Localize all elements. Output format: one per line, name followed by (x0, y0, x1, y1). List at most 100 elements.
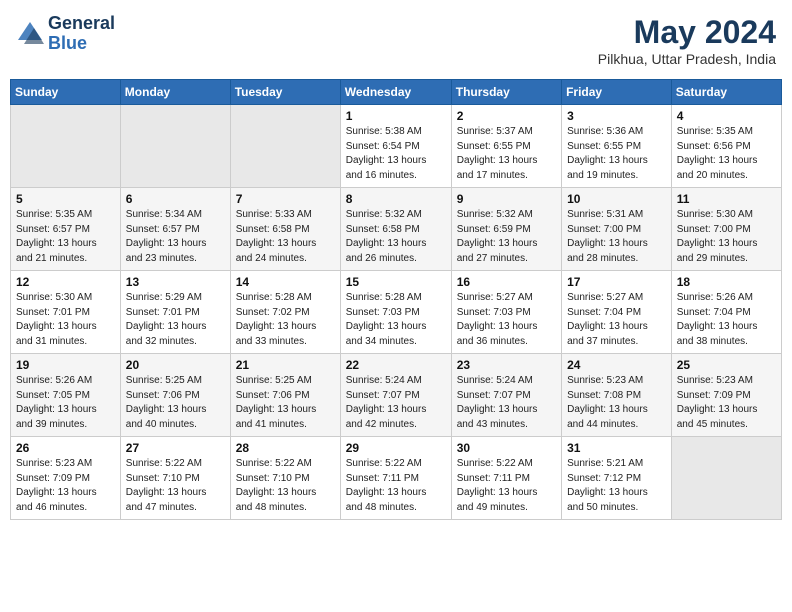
day-info: Sunrise: 5:27 AM Sunset: 7:04 PM Dayligh… (567, 291, 666, 349)
day-cell: 20Sunrise: 5:25 AM Sunset: 7:06 PM Dayli… (120, 354, 230, 437)
day-cell: 9 Sunrise: 5:32 AM Sunset: 6:59 PM Daylig… (451, 188, 561, 271)
day-cell: 27Sunrise: 5:22 AM Sunset: 7:10 PM Dayli… (120, 437, 230, 520)
day-cell: 26 Sunrise: 5:23 AM Sunset: 7:09 PM Dayli… (11, 437, 121, 520)
day-cell: 5Sunrise: 5:35 AM Sunset: 6:57 PM Daylig… (11, 188, 121, 271)
day-number: 17 (567, 275, 666, 289)
logo-text: General Blue (48, 14, 115, 54)
day-number: 8 (346, 192, 446, 206)
day-number: 3 (567, 109, 666, 123)
day-number: 26 (16, 441, 115, 455)
day-number: 30 (457, 441, 556, 455)
day-number: 31 (567, 441, 666, 455)
day-info: Sunrise: 5:23 AM Sunset: 7:09 PM Dayligh… (677, 374, 776, 432)
day-cell: 14 Sunrise: 5:28 AM Sunset: 7:02 PM Dayli… (230, 271, 340, 354)
day-cell: 1Sunrise: 5:38 AM Sunset: 6:54 PM Daylig… (340, 105, 451, 188)
day-number: 9 (457, 192, 556, 206)
day-number: 10 (567, 192, 666, 206)
day-number: 2 (457, 109, 556, 123)
day-number: 27 (126, 441, 225, 455)
day-cell (230, 105, 340, 188)
day-info: Sunrise: 5:22 AM Sunset: 7:11 PM Dayligh… (346, 457, 446, 515)
day-number: 1 (346, 109, 446, 123)
day-cell: 2 Sunrise: 5:37 AM Sunset: 6:55 PM Daylig… (451, 105, 561, 188)
day-number: 29 (346, 441, 446, 455)
day-info: Sunrise: 5:28 AM Sunset: 7:02 PM Dayligh… (236, 291, 335, 349)
day-number: 12 (16, 275, 115, 289)
day-cell (120, 105, 230, 188)
day-number: 11 (677, 192, 776, 206)
day-cell: 4 Sunrise: 5:35 AM Sunset: 6:56 PM Daylig… (671, 105, 781, 188)
day-cell: 21 Sunrise: 5:25 AM Sunset: 7:06 PM Dayli… (230, 354, 340, 437)
day-cell: 29 Sunrise: 5:22 AM Sunset: 7:11 PM Dayli… (340, 437, 451, 520)
day-info: Sunrise: 5:26 AM Sunset: 7:04 PM Dayligh… (677, 291, 776, 349)
day-cell: 24Sunrise: 5:23 AM Sunset: 7:08 PM Dayli… (562, 354, 672, 437)
week-row-5: 26 Sunrise: 5:23 AM Sunset: 7:09 PM Dayli… (11, 437, 782, 520)
day-number: 6 (126, 192, 225, 206)
week-row-2: 5Sunrise: 5:35 AM Sunset: 6:57 PM Daylig… (11, 188, 782, 271)
day-info: Sunrise: 5:22 AM Sunset: 7:11 PM Dayligh… (457, 457, 556, 515)
day-cell: 16 Sunrise: 5:27 AM Sunset: 7:03 PM Dayli… (451, 271, 561, 354)
week-row-4: 19 Sunrise: 5:26 AM Sunset: 7:05 PM Dayli… (11, 354, 782, 437)
day-info: Sunrise: 5:33 AM Sunset: 6:58 PM Dayligh… (236, 208, 335, 266)
weekday-header-wednesday: Wednesday (340, 80, 451, 105)
month-year: May 2024 (598, 14, 776, 51)
day-number: 15 (346, 275, 446, 289)
day-info: Sunrise: 5:29 AM Sunset: 7:01 PM Dayligh… (126, 291, 225, 349)
calendar-table: SundayMondayTuesdayWednesdayThursdayFrid… (10, 79, 782, 520)
day-cell: 7 Sunrise: 5:33 AM Sunset: 6:58 PM Daylig… (230, 188, 340, 271)
day-info: Sunrise: 5:25 AM Sunset: 7:06 PM Dayligh… (126, 374, 225, 432)
day-cell: 31 Sunrise: 5:21 AM Sunset: 7:12 PM Dayli… (562, 437, 672, 520)
day-cell: 25 Sunrise: 5:23 AM Sunset: 7:09 PM Dayli… (671, 354, 781, 437)
day-number: 4 (677, 109, 776, 123)
day-number: 14 (236, 275, 335, 289)
day-cell: 18 Sunrise: 5:26 AM Sunset: 7:04 PM Dayli… (671, 271, 781, 354)
weekday-header-thursday: Thursday (451, 80, 561, 105)
day-info: Sunrise: 5:32 AM Sunset: 6:58 PM Dayligh… (346, 208, 446, 266)
day-info: Sunrise: 5:28 AM Sunset: 7:03 PM Dayligh… (346, 291, 446, 349)
day-cell: 22Sunrise: 5:24 AM Sunset: 7:07 PM Dayli… (340, 354, 451, 437)
weekday-header-monday: Monday (120, 80, 230, 105)
day-info: Sunrise: 5:23 AM Sunset: 7:09 PM Dayligh… (16, 457, 115, 515)
weekday-header-saturday: Saturday (671, 80, 781, 105)
day-cell: 10 Sunrise: 5:31 AM Sunset: 7:00 PM Dayli… (562, 188, 672, 271)
day-info: Sunrise: 5:37 AM Sunset: 6:55 PM Dayligh… (457, 125, 556, 183)
location: Pilkhua, Uttar Pradesh, India (598, 51, 776, 67)
day-info: Sunrise: 5:22 AM Sunset: 7:10 PM Dayligh… (236, 457, 335, 515)
day-info: Sunrise: 5:21 AM Sunset: 7:12 PM Dayligh… (567, 457, 666, 515)
day-cell: 19 Sunrise: 5:26 AM Sunset: 7:05 PM Dayli… (11, 354, 121, 437)
page-header: General Blue May 2024 Pilkhua, Uttar Pra… (10, 10, 782, 71)
day-cell: 23Sunrise: 5:24 AM Sunset: 7:07 PM Dayli… (451, 354, 561, 437)
day-info: Sunrise: 5:34 AM Sunset: 6:57 PM Dayligh… (126, 208, 225, 266)
day-cell (11, 105, 121, 188)
logo-general: General (48, 14, 115, 34)
day-info: Sunrise: 5:30 AM Sunset: 7:00 PM Dayligh… (677, 208, 776, 266)
day-number: 24 (567, 358, 666, 372)
week-row-1: 1Sunrise: 5:38 AM Sunset: 6:54 PM Daylig… (11, 105, 782, 188)
logo: General Blue (16, 14, 115, 54)
day-info: Sunrise: 5:31 AM Sunset: 7:00 PM Dayligh… (567, 208, 666, 266)
weekday-header-row: SundayMondayTuesdayWednesdayThursdayFrid… (11, 80, 782, 105)
day-number: 19 (16, 358, 115, 372)
day-info: Sunrise: 5:24 AM Sunset: 7:07 PM Dayligh… (346, 374, 446, 432)
day-number: 21 (236, 358, 335, 372)
week-row-3: 12Sunrise: 5:30 AM Sunset: 7:01 PM Dayli… (11, 271, 782, 354)
day-cell: 15 Sunrise: 5:28 AM Sunset: 7:03 PM Dayli… (340, 271, 451, 354)
day-info: Sunrise: 5:35 AM Sunset: 6:56 PM Dayligh… (677, 125, 776, 183)
day-number: 25 (677, 358, 776, 372)
day-info: Sunrise: 5:27 AM Sunset: 7:03 PM Dayligh… (457, 291, 556, 349)
day-cell (671, 437, 781, 520)
day-info: Sunrise: 5:36 AM Sunset: 6:55 PM Dayligh… (567, 125, 666, 183)
day-cell: 8 Sunrise: 5:32 AM Sunset: 6:58 PM Daylig… (340, 188, 451, 271)
day-number: 16 (457, 275, 556, 289)
day-number: 7 (236, 192, 335, 206)
day-cell: 17 Sunrise: 5:27 AM Sunset: 7:04 PM Dayli… (562, 271, 672, 354)
day-cell: 6 Sunrise: 5:34 AM Sunset: 6:57 PM Daylig… (120, 188, 230, 271)
day-number: 13 (126, 275, 225, 289)
weekday-header-sunday: Sunday (11, 80, 121, 105)
title-block: May 2024 Pilkhua, Uttar Pradesh, India (598, 14, 776, 67)
day-number: 18 (677, 275, 776, 289)
day-info: Sunrise: 5:32 AM Sunset: 6:59 PM Dayligh… (457, 208, 556, 266)
day-info: Sunrise: 5:25 AM Sunset: 7:06 PM Dayligh… (236, 374, 335, 432)
day-info: Sunrise: 5:26 AM Sunset: 7:05 PM Dayligh… (16, 374, 115, 432)
day-cell: 12Sunrise: 5:30 AM Sunset: 7:01 PM Dayli… (11, 271, 121, 354)
